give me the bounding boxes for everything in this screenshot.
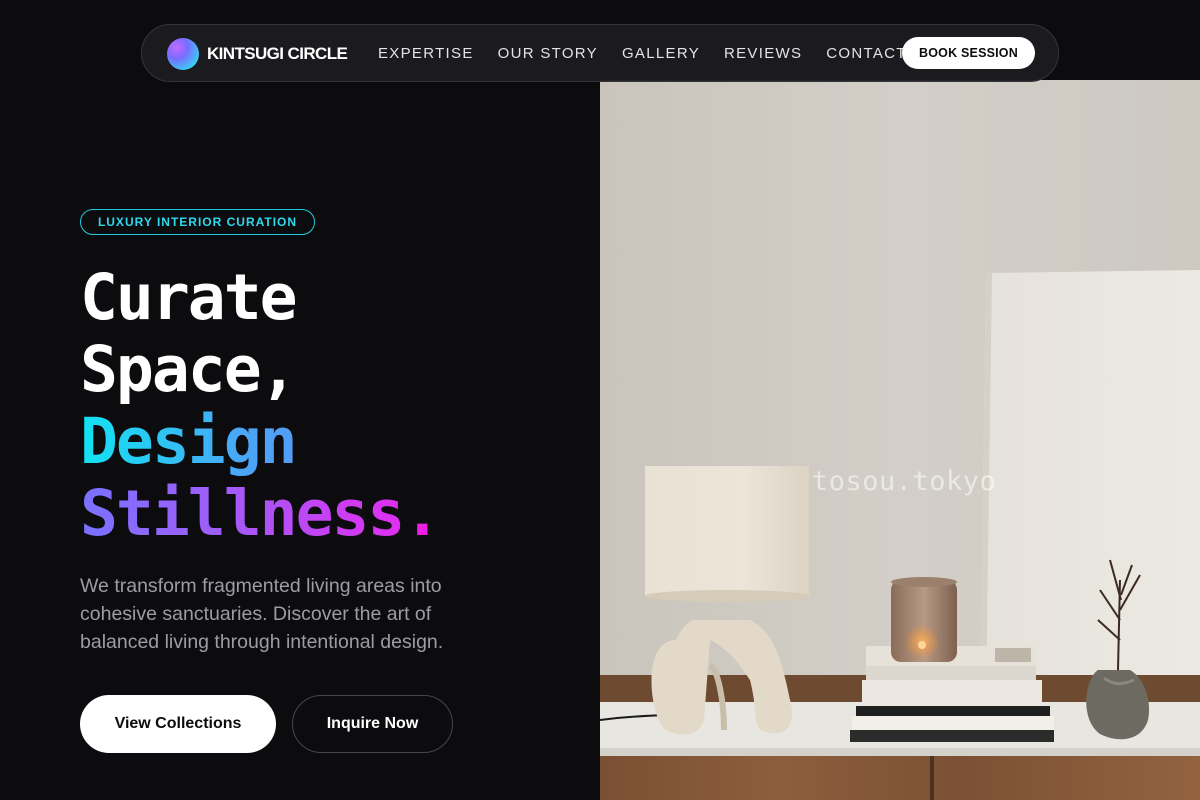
brand-name[interactable]: KINTSUGI CIRCLE [207, 44, 348, 64]
headline-line-1: Curate [80, 261, 298, 334]
nav-link-expertise[interactable]: EXPERTISE [378, 45, 474, 62]
top-nav: KINTSUGI CIRCLE EXPERTISE OUR STORY GALL… [141, 24, 1059, 82]
view-collections-button[interactable]: View Collections [80, 695, 276, 753]
inquire-now-button[interactable]: Inquire Now [292, 695, 453, 753]
book-session-button[interactable]: BOOK SESSION [902, 37, 1035, 69]
interior-scene-illustration [600, 80, 1200, 800]
nav-link-reviews[interactable]: REVIEWS [724, 45, 802, 62]
nav-link-contact[interactable]: CONTACT [826, 45, 906, 62]
hero-headline: Curate Space, Design Stillness. [80, 261, 441, 550]
photo-watermark: tosou.tokyo [812, 466, 997, 497]
headline-line-3: Design [80, 406, 439, 478]
hero-description: We transform fragmented living areas int… [80, 575, 444, 653]
hero-badge: LUXURY INTERIOR CURATION [80, 209, 315, 235]
nav-link-our-story[interactable]: OUR STORY [498, 45, 598, 62]
headline-line-4: Stillness [80, 477, 405, 550]
hero-photo: tosou.tokyo [600, 80, 1200, 800]
nav-link-gallery[interactable]: GALLERY [622, 45, 700, 62]
headline-line-2: Space, [80, 333, 298, 406]
nav-links: EXPERTISE OUR STORY GALLERY REVIEWS CONT… [378, 45, 931, 62]
headline-period: . [403, 477, 441, 550]
logo-orb-icon[interactable] [167, 38, 199, 70]
